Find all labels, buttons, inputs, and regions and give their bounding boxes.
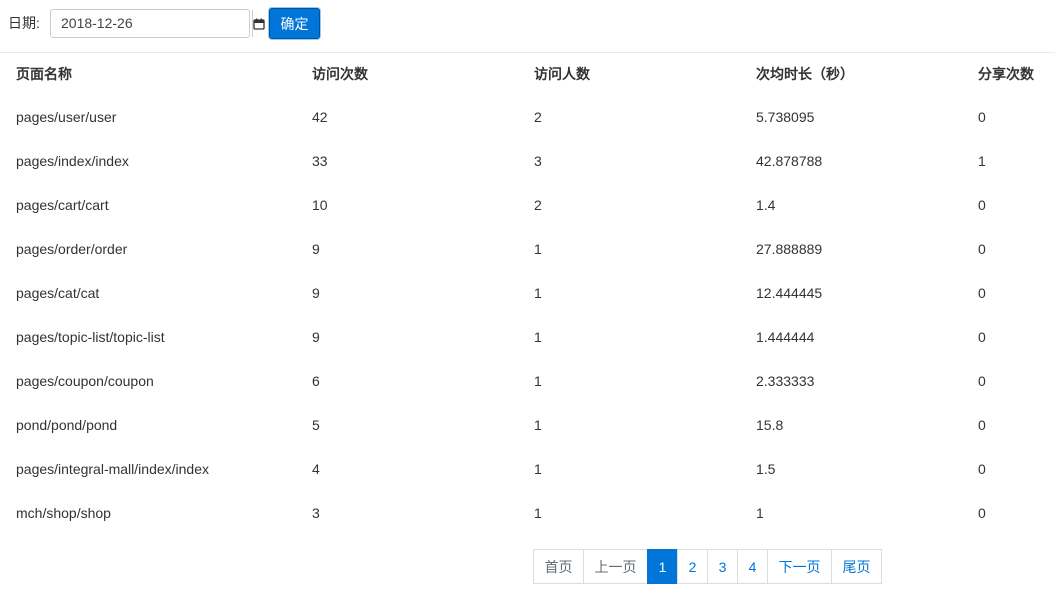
cell-shares: 0 <box>978 373 986 389</box>
cell-page-name: pages/order/order <box>16 241 128 257</box>
cell-visitors: 1 <box>534 373 542 389</box>
next-page-button[interactable]: 下一页 <box>767 549 832 584</box>
cell-page-name: pond/pond/pond <box>16 417 118 433</box>
table-row: pages/cat/cat 9 1 12.444445 0 <box>0 271 1055 315</box>
page-button-4[interactable]: 4 <box>737 549 768 584</box>
cell-visitors: 1 <box>534 505 542 521</box>
prev-page-button[interactable]: 上一页 <box>583 549 648 584</box>
cell-visitors: 1 <box>534 241 542 257</box>
cell-avg-duration: 1.444444 <box>756 329 815 345</box>
cell-avg-duration: 12.444445 <box>756 285 823 301</box>
table-row: mch/shop/shop 3 1 1 0 <box>0 491 1055 535</box>
cell-visitors: 1 <box>534 285 542 301</box>
cell-visits: 42 <box>312 109 328 125</box>
cell-page-name: mch/shop/shop <box>16 505 111 521</box>
cell-shares: 0 <box>978 505 986 521</box>
cell-page-name: pages/coupon/coupon <box>16 373 154 389</box>
cell-visits: 9 <box>312 241 320 257</box>
cell-page-name: pages/index/index <box>16 153 129 169</box>
cell-avg-duration: 1 <box>756 505 764 521</box>
table-row: pages/user/user 42 2 5.738095 0 <box>0 95 1055 139</box>
first-page-button[interactable]: 首页 <box>533 549 584 584</box>
cell-page-name: pages/topic-list/topic-list <box>16 329 165 345</box>
cell-avg-duration: 5.738095 <box>756 109 815 125</box>
confirm-button[interactable]: 确定 <box>269 8 320 39</box>
cell-avg-duration: 27.888889 <box>756 241 823 257</box>
cell-avg-duration: 2.333333 <box>756 373 815 389</box>
table-row: pages/integral-mall/index/index 4 1 1.5 … <box>0 447 1055 491</box>
page-button-2[interactable]: 2 <box>677 549 708 584</box>
table-row: pages/topic-list/topic-list 9 1 1.444444… <box>0 315 1055 359</box>
page-stats-table: 页面名称 访问次数 访问人数 次均时长（秒） 分享次数 pages/user/u… <box>0 53 1055 535</box>
table-row: pages/order/order 9 1 27.888889 0 <box>0 227 1055 271</box>
cell-shares: 0 <box>978 197 986 213</box>
cell-visitors: 1 <box>534 329 542 345</box>
header-avg-duration: 次均时长（秒） <box>756 66 854 82</box>
last-page-button[interactable]: 尾页 <box>831 549 882 584</box>
cell-visitors: 1 <box>534 461 542 477</box>
date-picker[interactable] <box>50 9 265 38</box>
table-row: pages/cart/cart 10 2 1.4 0 <box>0 183 1055 227</box>
table-row: pages/coupon/coupon 6 1 2.333333 0 <box>0 359 1055 403</box>
table-row: pages/index/index 33 3 42.878788 1 <box>0 139 1055 183</box>
cell-visitors: 2 <box>534 197 542 213</box>
calendar-button[interactable] <box>252 10 265 37</box>
table-header-row: 页面名称 访问次数 访问人数 次均时长（秒） 分享次数 <box>0 53 1055 95</box>
pagination: 首页 上一页 1 2 3 4 下一页 尾页 <box>533 549 882 584</box>
page-button-3[interactable]: 3 <box>707 549 738 584</box>
cell-page-name: pages/cat/cat <box>16 285 100 301</box>
cell-shares: 0 <box>978 461 986 477</box>
cell-shares: 0 <box>978 329 986 345</box>
cell-page-name: pages/integral-mall/index/index <box>16 461 209 477</box>
cell-avg-duration: 42.878788 <box>756 153 823 169</box>
cell-avg-duration: 1.4 <box>756 197 776 213</box>
cell-shares: 0 <box>978 285 986 301</box>
header-page-name: 页面名称 <box>16 66 72 82</box>
cell-visitors: 2 <box>534 109 542 125</box>
filter-bar: 日期: 确定 <box>0 0 1055 52</box>
cell-page-name: pages/user/user <box>16 109 117 125</box>
cell-visits: 10 <box>312 197 328 213</box>
cell-shares: 0 <box>978 241 986 257</box>
cell-visits: 9 <box>312 285 320 301</box>
cell-avg-duration: 1.5 <box>756 461 776 477</box>
cell-visits: 9 <box>312 329 320 345</box>
table-row: pond/pond/pond 5 1 15.8 0 <box>0 403 1055 447</box>
cell-avg-duration: 15.8 <box>756 417 784 433</box>
cell-visits: 5 <box>312 417 320 433</box>
cell-visits: 6 <box>312 373 320 389</box>
header-shares: 分享次数 <box>978 66 1034 82</box>
cell-visits: 3 <box>312 505 320 521</box>
cell-visits: 4 <box>312 461 320 477</box>
cell-visitors: 3 <box>534 153 542 169</box>
cell-page-name: pages/cart/cart <box>16 197 109 213</box>
cell-visits: 33 <box>312 153 328 169</box>
date-label: 日期: <box>8 15 40 31</box>
header-visits: 访问次数 <box>312 66 368 82</box>
page-button-1[interactable]: 1 <box>647 549 678 584</box>
cell-shares: 0 <box>978 417 986 433</box>
cell-shares: 0 <box>978 109 986 125</box>
date-input[interactable] <box>51 10 252 37</box>
cell-visitors: 1 <box>534 417 542 433</box>
cell-shares: 1 <box>978 153 986 169</box>
header-visitors: 访问人数 <box>534 66 590 82</box>
calendar-icon <box>253 18 265 30</box>
